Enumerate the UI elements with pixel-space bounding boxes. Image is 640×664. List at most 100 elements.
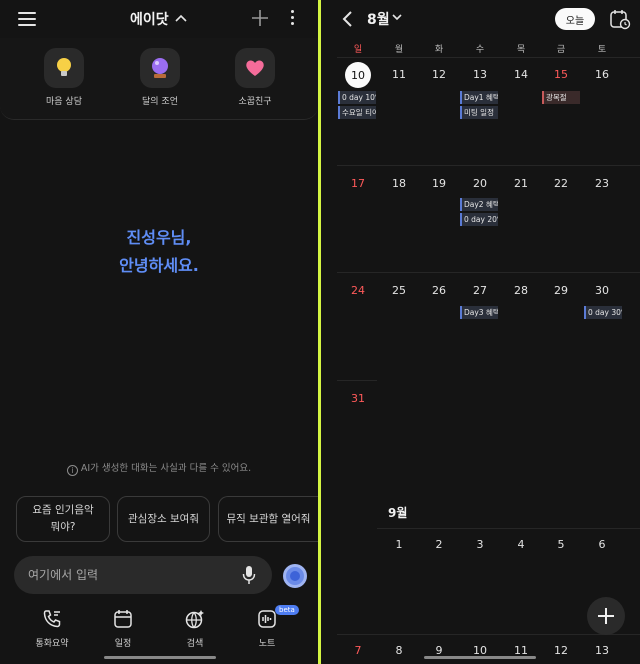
quick-item-label: 소꿉친구 [238,97,272,107]
day-cell[interactable]: 27 [460,284,500,297]
back-arrow-icon[interactable] [341,10,355,28]
day-cell[interactable]: 25 [379,284,419,297]
grid-line [337,165,640,166]
weekday-thu: 목 [516,45,526,55]
day-cell[interactable]: 2 [419,538,459,551]
event-chip[interactable]: Day2 혜택 [460,198,498,211]
day-cell[interactable]: 16 [582,68,622,81]
chevron-up-icon[interactable] [174,8,188,28]
day-cell[interactable]: 30 [582,284,622,297]
day-cell[interactable]: 14 [501,68,541,81]
suggestion-chip-music-library[interactable]: 뮤직 보관함 열어줘 [218,496,318,542]
day-cell[interactable]: 12 [419,68,459,81]
quick-item-moon-advice[interactable]: 달의 조언 [120,48,200,107]
grid-line [377,528,640,529]
weekday-tue: 화 [434,45,444,55]
holiday-day-cell[interactable]: 15 [541,68,581,81]
quick-item-label: 마음 상담 [46,97,82,107]
beta-badge: beta [275,605,299,615]
home-indicator[interactable] [104,656,216,659]
event-chip[interactable]: 0 day 30일 [584,306,622,319]
nav-label: 일정 [114,639,132,649]
add-event-button[interactable] [587,597,625,635]
weekday-wed: 수 [475,45,485,55]
ai-disclaimer-text: AI가 생성한 대화는 사실과 다를 수 있어요. [80,463,252,474]
suggestion-chip-music[interactable]: 요즘 인기음악 뭐야? [16,496,110,542]
day-cell[interactable]: 20 [460,177,500,190]
event-chip[interactable]: 0 day 10일 [338,91,376,104]
nav-search[interactable]: 검색 [165,608,225,649]
event-chip[interactable]: 미팅 일정 [460,106,498,119]
grid-line [337,57,640,58]
day-cell[interactable]: 26 [419,284,459,297]
sunday-day-cell[interactable]: 31 [338,392,378,405]
nav-label: 통화요약 [35,639,69,649]
microphone-icon[interactable] [242,565,256,585]
menu-icon[interactable] [18,12,36,26]
sunday-day-cell[interactable]: 24 [338,284,378,297]
calendar-icon [114,610,132,628]
day-cell[interactable]: 13 [582,644,622,657]
event-chip[interactable]: 0 day 20일 [460,213,498,226]
day-cell[interactable]: 22 [541,177,581,190]
weekday-sun: 일 [353,45,363,55]
day-cell[interactable]: 5 [541,538,581,551]
info-icon: i [66,465,78,476]
next-month-title: 9월 [388,506,408,520]
day-cell[interactable]: 29 [541,284,581,297]
sunday-day-cell[interactable]: 17 [338,177,378,190]
sunday-day-cell[interactable]: 7 [338,644,378,657]
event-chip[interactable]: Day1 혜택 [460,91,498,104]
lightbulb-icon [44,48,84,88]
voice-orb-icon[interactable] [283,564,307,588]
greeting: 진성우님, 안녕하세요. [0,224,318,280]
calendar-pane: 8월 오늘 일 월 화 수 목 금 토 10 11 12 13 14 15 16… [321,0,640,664]
day-cell[interactable]: 11 [379,68,419,81]
app-title[interactable]: 에이닷 [130,9,169,29]
month-title[interactable]: 8월 [367,9,390,29]
day-cell[interactable]: 13 [460,68,500,81]
day-cell[interactable]: 18 [379,177,419,190]
more-icon[interactable] [286,10,298,28]
chat-input[interactable] [28,556,228,594]
quick-item-mind-counsel[interactable]: 마음 상담 [24,48,104,107]
assistant-topbar: 에이닷 [0,0,318,40]
nav-call-summary[interactable]: 통화요약 [22,608,82,649]
day-cell[interactable]: 6 [582,538,622,551]
day-cell[interactable]: 8 [379,644,419,657]
holiday-event-chip[interactable]: 광복절 [542,91,580,104]
day-cell[interactable]: 12 [541,644,581,657]
event-chip[interactable]: 수요일 티어 [338,106,376,119]
nav-schedule[interactable]: 일정 [93,608,153,649]
plus-icon [598,608,614,624]
greeting-line-1: 진성우님, [126,228,192,247]
quick-item-label: 달의 조언 [142,97,178,107]
greeting-line-2: 안녕하세요. [119,256,199,275]
plus-icon[interactable] [250,8,270,28]
today-day-cell[interactable]: 10 [345,62,371,88]
calendar-settings-icon[interactable] [609,8,631,30]
phone-summary-icon [43,610,61,628]
weekday-mon: 월 [394,45,404,55]
day-cell[interactable]: 23 [582,177,622,190]
nav-note[interactable]: beta 노트 [237,605,299,649]
day-cell[interactable]: 28 [501,284,541,297]
suggestion-chip-places[interactable]: 관심장소 보여줘 [117,496,210,542]
today-button[interactable]: 오늘 [555,8,595,30]
day-cell[interactable]: 3 [460,538,500,551]
heart-icon [235,48,275,88]
day-cell[interactable]: 4 [501,538,541,551]
nav-label: 노트 [258,639,276,649]
event-chip[interactable]: Day3 혜택 [460,306,498,319]
day-cell[interactable]: 1 [379,538,419,551]
crystal-ball-icon [140,48,180,88]
chevron-down-icon[interactable] [391,11,403,23]
assistant-pane: 에이닷 마음 상담 달의 조언 소꿉친구 진성우님, 안녕하세요. i AI가 … [0,0,318,664]
weekday-fri: 금 [556,45,566,55]
home-indicator[interactable] [424,656,536,659]
quick-item-friend[interactable]: 소꿉친구 [215,48,295,107]
day-cell[interactable]: 19 [419,177,459,190]
day-cell[interactable]: 21 [501,177,541,190]
quick-actions: 마음 상담 달의 조언 소꿉친구 [0,38,318,120]
grid-line [337,380,377,381]
